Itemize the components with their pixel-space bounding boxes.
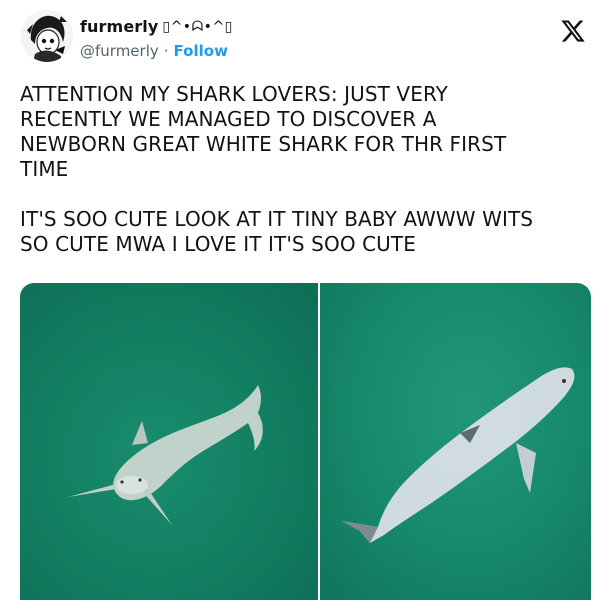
author-handle-row: @furmerly · Follow (80, 42, 228, 60)
author-name-row: furmerly ▯^•ᗣ•^▯ (80, 17, 233, 36)
avatar[interactable] (21, 10, 73, 62)
shark-front-view-icon (68, 385, 263, 525)
author-handle[interactable]: @furmerly (80, 42, 159, 60)
tweet-text: ATTENTION MY SHARK LOVERS: JUST VERY REC… (20, 82, 600, 257)
tweet-paragraph: IT'S SOO CUTE LOOK AT IT TINY BABY AWWW … (20, 207, 534, 256)
avatar-drawing-icon (21, 10, 73, 62)
shark-photo-right[interactable] (320, 283, 591, 600)
shark-belly-view-icon (342, 367, 575, 543)
tweet-card: furmerly ▯^•ᗣ•^▯ @furmerly · Follow ATTE… (0, 0, 610, 600)
author-name-emoticon: ▯^•ᗣ•^▯ (162, 18, 233, 35)
tweet-paragraph: ATTENTION MY SHARK LOVERS: JUST VERY REC… (20, 82, 507, 181)
handle-separator: · (163, 42, 169, 60)
shark-photo-left[interactable] (20, 283, 318, 600)
follow-button[interactable]: Follow (174, 42, 228, 60)
author-display-name[interactable]: furmerly (80, 17, 158, 36)
media-grid (20, 283, 591, 600)
x-logo-icon[interactable] (560, 18, 586, 44)
